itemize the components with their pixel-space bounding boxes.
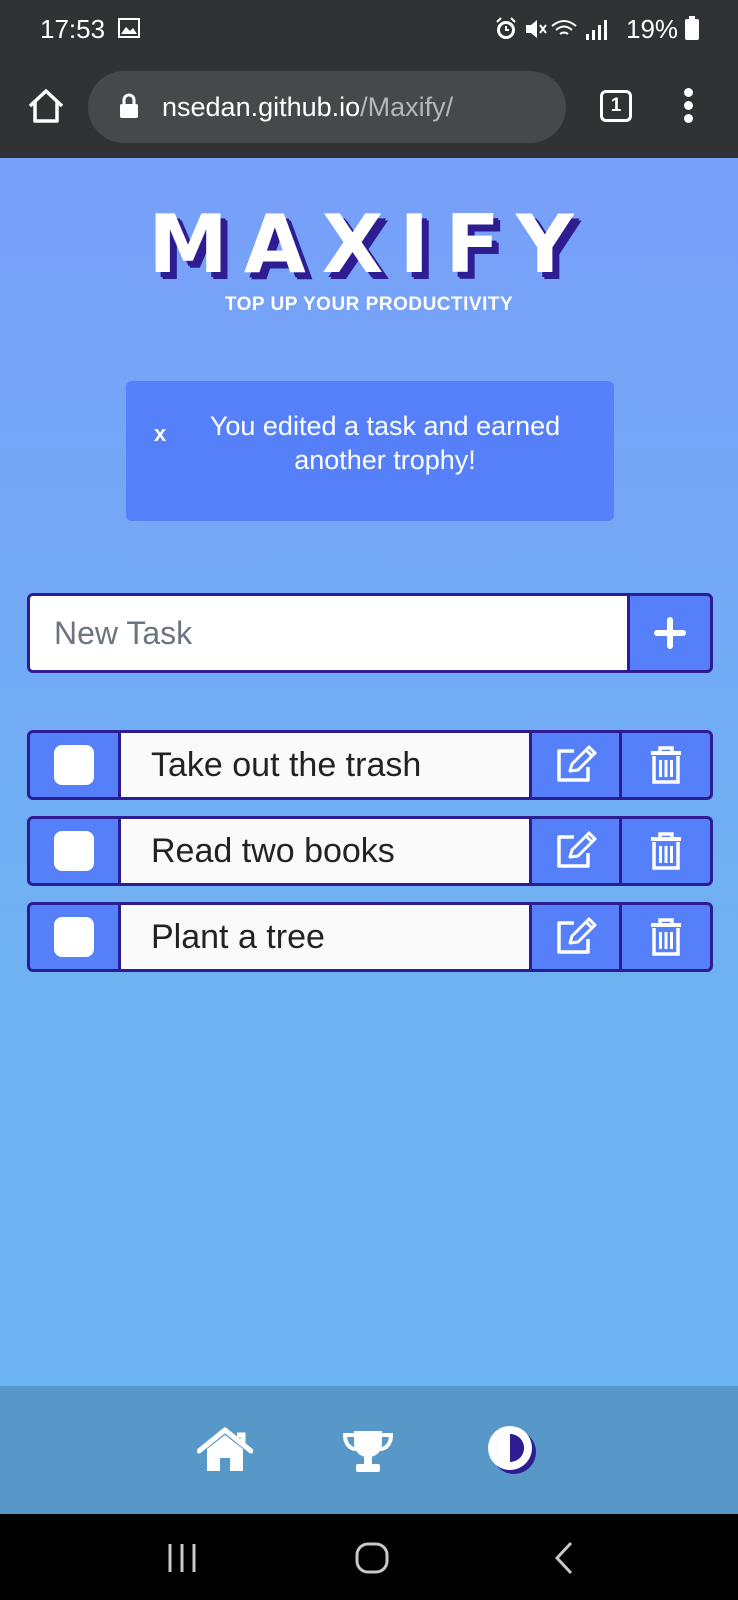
- trophy-alert: x You edited a task and earned another t…: [126, 381, 614, 521]
- browser-menu-icon[interactable]: [674, 88, 702, 126]
- status-bar: 17:53 19%: [0, 0, 738, 58]
- alarm-icon: [496, 17, 516, 39]
- app-main: MAXIFY TOP UP YOUR PRODUCTIVITY x You ed…: [0, 158, 738, 1386]
- tab-switcher-button[interactable]: 1: [600, 90, 632, 122]
- nav-trophy-button[interactable]: [338, 1422, 398, 1478]
- url-path: /Maxify/: [360, 92, 454, 122]
- alert-message: You edited a task and earned another tro…: [209, 411, 561, 475]
- edit-task-button[interactable]: [532, 733, 622, 797]
- trash-icon: [651, 918, 681, 956]
- new-task-input[interactable]: [30, 596, 630, 670]
- delete-task-button[interactable]: [622, 733, 710, 797]
- url-bar[interactable]: nsedan.github.io/Maxify/: [88, 71, 566, 143]
- status-icons: [496, 17, 607, 40]
- system-nav-bar: [0, 1514, 738, 1600]
- task-checkbox-cell: [30, 733, 118, 797]
- image-icon: [118, 18, 140, 38]
- edit-task-button[interactable]: [532, 905, 622, 969]
- browser-home-icon[interactable]: [26, 86, 66, 126]
- nav-theme-button[interactable]: [482, 1422, 542, 1478]
- edit-icon: [556, 745, 596, 782]
- bottom-nav: [0, 1386, 738, 1514]
- edit-icon: [556, 831, 596, 868]
- plus-icon: [654, 617, 686, 649]
- task-checkbox[interactable]: [54, 745, 94, 785]
- url-domain: nsedan.github.io: [162, 92, 361, 122]
- delete-task-button[interactable]: [622, 905, 710, 969]
- signal-icon: [586, 20, 607, 40]
- trophy-icon: [342, 1431, 394, 1472]
- url-text: nsedan.github.io/Maxify/: [162, 91, 453, 123]
- battery-icon: [685, 16, 699, 40]
- task-checkbox-cell: [30, 819, 118, 883]
- trash-icon: [651, 746, 681, 784]
- task-item: Take out the trash: [27, 730, 713, 800]
- lock-icon: [120, 93, 138, 118]
- task-text[interactable]: Plant a tree: [118, 905, 532, 969]
- edit-icon: [556, 917, 596, 954]
- status-time: 17:53: [40, 14, 106, 44]
- task-text[interactable]: Read two books: [118, 819, 532, 883]
- back-icon[interactable]: [545, 1538, 585, 1578]
- task-item: Plant a tree: [27, 902, 713, 972]
- add-task-button[interactable]: [630, 596, 710, 670]
- trash-icon: [651, 832, 681, 870]
- system-home-icon[interactable]: [352, 1538, 392, 1578]
- nav-home-button[interactable]: [195, 1422, 255, 1478]
- home-icon: [197, 1427, 253, 1471]
- alert-close-button[interactable]: x: [154, 421, 166, 447]
- wifi-icon: [551, 20, 577, 35]
- app-tagline: TOP UP YOUR PRODUCTIVITY: [224, 294, 514, 315]
- task-checkbox[interactable]: [54, 917, 94, 957]
- delete-task-button[interactable]: [622, 819, 710, 883]
- mute-icon: [526, 20, 547, 38]
- task-text[interactable]: Take out the trash: [118, 733, 532, 797]
- task-item: Read two books: [27, 816, 713, 886]
- new-task-form: [27, 593, 713, 673]
- browser-toolbar: nsedan.github.io/Maxify/ 1: [0, 58, 738, 158]
- theme-toggle-icon: [488, 1426, 536, 1474]
- task-checkbox[interactable]: [54, 831, 94, 871]
- task-checkbox-cell: [30, 905, 118, 969]
- recents-icon[interactable]: [162, 1538, 202, 1578]
- battery-percent: 19%: [626, 14, 679, 44]
- edit-task-button[interactable]: [532, 819, 622, 883]
- app-logo: MAXIFY: [148, 198, 590, 291]
